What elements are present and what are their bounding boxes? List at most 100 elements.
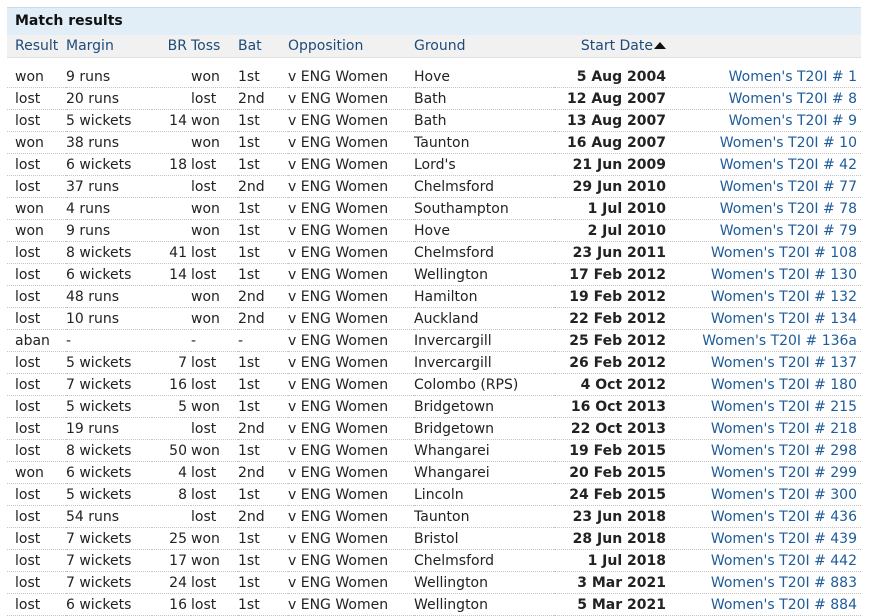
scorecard-link[interactable]: Women's T20I # 77 [720,179,857,195]
header-margin[interactable]: Margin [66,35,152,58]
scorecard-link[interactable]: Women's T20I # 79 [720,223,857,239]
scorecard-link[interactable]: Women's T20I # 132 [711,289,857,305]
cell-toss: won [191,131,238,154]
scorecard-link[interactable]: Women's T20I # 436 [711,509,857,525]
cell-result: lost [7,571,66,594]
cell-start-date: 19 Feb 2012 [554,285,666,308]
header-result[interactable]: Result [7,35,66,58]
scorecard-link[interactable]: Women's T20I # 1 [729,69,857,85]
cell-scorecard-link: Women's T20I # 9 [666,109,861,132]
cell-ground: Colombo (RPS) [414,373,554,396]
scorecard-link[interactable]: Women's T20I # 9 [729,113,857,129]
cell-ground: Wellington [414,571,554,594]
cell-start-date: 5 Aug 2004 [554,66,666,88]
cell-opposition: v ENG Women [288,197,414,220]
cell-scorecard-link: Women's T20I # 79 [666,219,861,242]
scorecard-link[interactable]: Women's T20I # 299 [711,465,857,481]
cell-scorecard-link: Women's T20I # 8 [666,87,861,110]
cell-bat: 1st [238,395,288,418]
table-row: lost 48 runs won 2nd v ENG Women Hamilton 19 F… [7,285,861,308]
cell-br: 41 [152,241,191,264]
cell-scorecard-link: Women's T20I # 134 [666,307,861,330]
header-start-date-label: Start Date [580,38,653,54]
cell-margin: 6 wickets [66,461,152,484]
cell-margin: 7 wickets [66,549,152,572]
scorecard-link[interactable]: Women's T20I # 108 [711,245,857,261]
cell-scorecard-link: Women's T20I # 884 [666,593,861,616]
scorecard-link[interactable]: Women's T20I # 439 [711,531,857,547]
header-bat[interactable]: Bat [238,35,288,58]
header-toss[interactable]: Toss [191,35,238,58]
scorecard-link[interactable]: Women's T20I # 884 [711,597,857,613]
header-start-date[interactable]: Start Date [554,35,666,58]
cell-scorecard-link: Women's T20I # 10 [666,131,861,154]
cell-toss: won [191,527,238,550]
cell-bat: 1st [238,593,288,616]
cell-bat: 1st [238,66,288,88]
cell-br: 14 [152,109,191,132]
cell-bat: 1st [238,483,288,506]
cell-start-date: 3 Mar 2021 [554,571,666,594]
cell-toss: lost [191,483,238,506]
scorecard-link[interactable]: Women's T20I # 10 [720,135,857,151]
cell-br [152,417,191,440]
cell-start-date: 5 Mar 2021 [554,593,666,616]
cell-toss: lost [191,263,238,286]
scorecard-link[interactable]: Women's T20I # 137 [711,355,857,371]
scorecard-link[interactable]: Women's T20I # 883 [711,575,857,591]
scorecard-link[interactable]: Women's T20I # 42 [720,157,857,173]
cell-br [152,307,191,330]
table-row: won 9 runs won 1st v ENG Women Hove 5 Aug 2004… [7,66,861,88]
cell-ground: Bath [414,109,554,132]
cell-br: 16 [152,593,191,616]
sort-ascending-icon[interactable] [654,42,666,49]
cell-opposition: v ENG Women [288,329,414,352]
cell-ground: Taunton [414,131,554,154]
header-ground[interactable]: Ground [414,35,554,58]
spacer-row [7,58,861,67]
header-br[interactable]: BR [152,35,191,58]
cell-br [152,175,191,198]
scorecard-link[interactable]: Women's T20I # 215 [711,399,857,415]
cell-opposition: v ENG Women [288,307,414,330]
scorecard-link[interactable]: Women's T20I # 180 [711,377,857,393]
cell-opposition: v ENG Women [288,417,414,440]
scorecard-link[interactable]: Women's T20I # 8 [729,91,857,107]
cell-margin: 6 wickets [66,593,152,616]
table-row: lost 10 runs won 2nd v ENG Women Auckland 22 F… [7,307,861,330]
table-row: lost 6 wickets 18 lost 1st v ENG Women Lord's 2… [7,153,861,176]
scorecard-link[interactable]: Women's T20I # 78 [720,201,857,217]
cell-start-date: 21 Jun 2009 [554,153,666,176]
cell-bat: 2nd [238,175,288,198]
table-row: lost 6 wickets 16 lost 1st v ENG Women Welling… [7,593,861,616]
cell-br [152,329,191,352]
cell-result: lost [7,373,66,396]
cell-margin: 38 runs [66,131,152,154]
header-opposition[interactable]: Opposition [288,35,414,58]
scorecard-link[interactable]: Women's T20I # 442 [711,553,857,569]
cell-result: lost [7,87,66,110]
cell-opposition: v ENG Women [288,131,414,154]
scorecard-link[interactable]: Women's T20I # 300 [711,487,857,503]
cell-result: lost [7,505,66,528]
scorecard-link[interactable]: Women's T20I # 130 [711,267,857,283]
cell-br [152,87,191,110]
cell-scorecard-link: Women's T20I # 218 [666,417,861,440]
cell-start-date: 2 Jul 2010 [554,219,666,242]
cell-opposition: v ENG Women [288,593,414,616]
scorecard-link[interactable]: Women's T20I # 218 [711,421,857,437]
table-row: won 6 wickets 4 lost 2nd v ENG Women Whangarei… [7,461,861,484]
scorecard-link[interactable]: Women's T20I # 136a [702,333,857,349]
table-row: lost 5 wickets 5 won 1st v ENG Women Bridgetow… [7,395,861,418]
cell-start-date: 23 Jun 2018 [554,505,666,528]
cell-margin: 5 wickets [66,483,152,506]
cell-opposition: v ENG Women [288,483,414,506]
scorecard-link[interactable]: Women's T20I # 134 [711,311,857,327]
scorecard-link[interactable]: Women's T20I # 298 [711,443,857,459]
cell-ground: Chelmsford [414,549,554,572]
cell-scorecard-link: Women's T20I # 215 [666,395,861,418]
cell-opposition: v ENG Women [288,395,414,418]
cell-scorecard-link: Women's T20I # 299 [666,461,861,484]
cell-br: 25 [152,527,191,550]
cell-toss: lost [191,153,238,176]
